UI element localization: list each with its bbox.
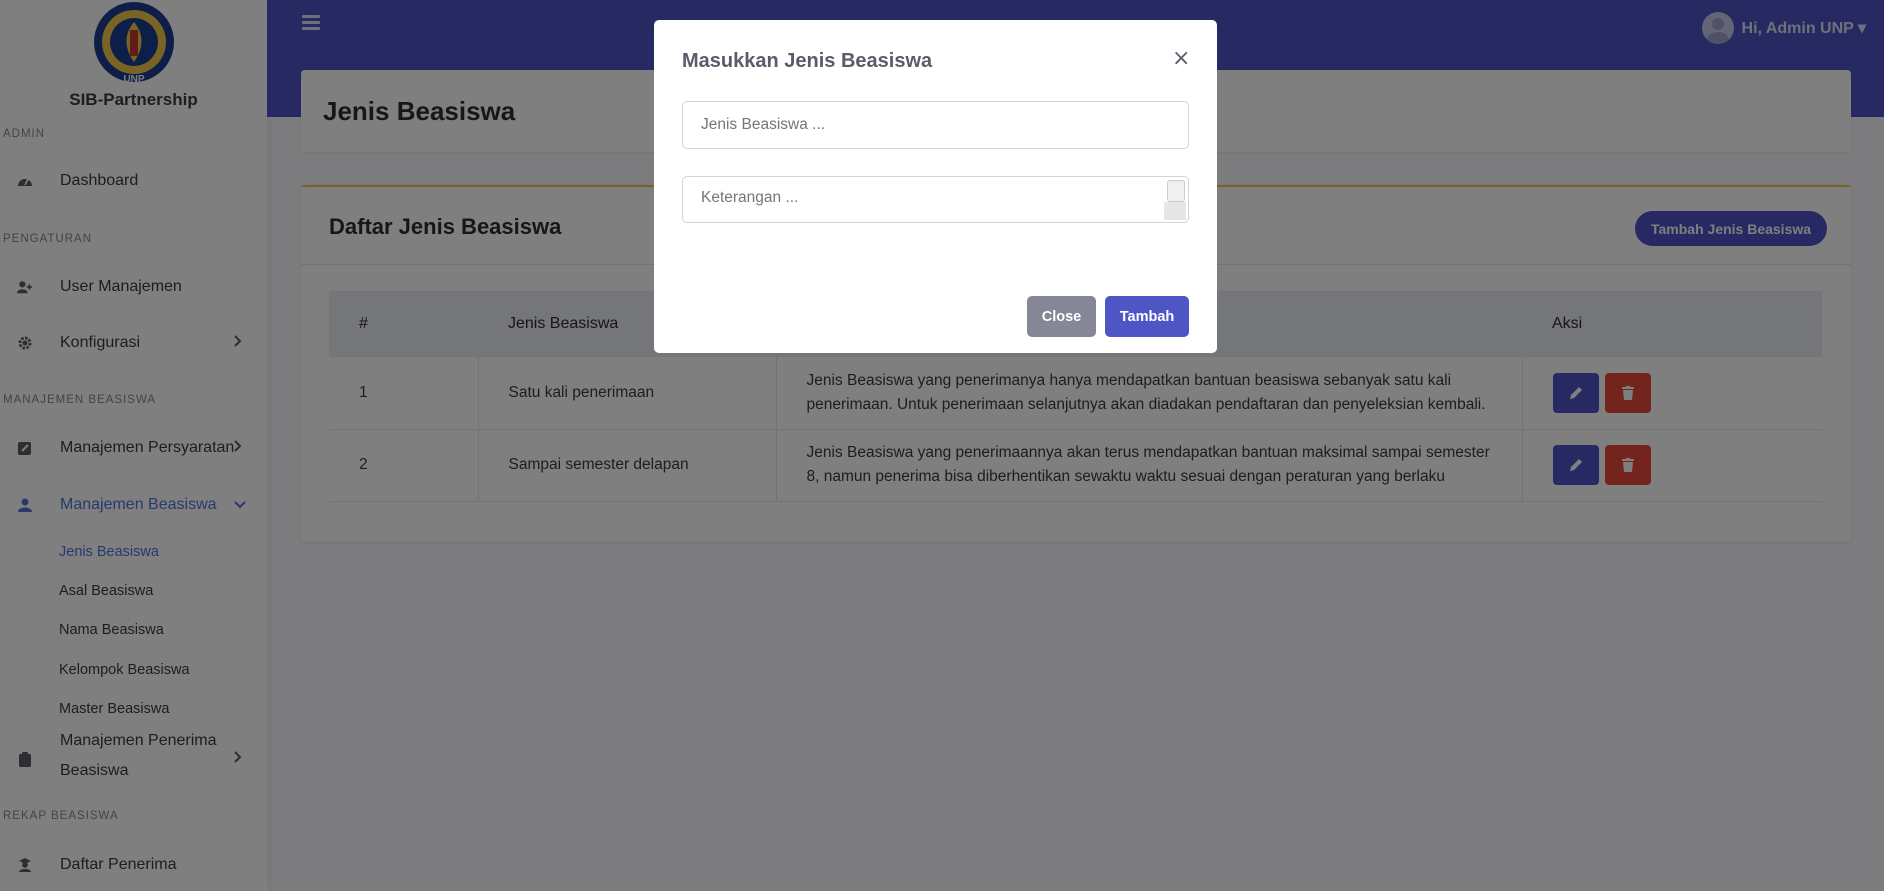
- close-button[interactable]: Close: [1027, 296, 1096, 337]
- jenis-beasiswa-input[interactable]: [682, 101, 1189, 149]
- add-jenis-beasiswa-modal: Masukkan Jenis Beasiswa × Close Tambah: [654, 20, 1217, 353]
- keterangan-textarea[interactable]: [682, 176, 1189, 223]
- textarea-resize-handle[interactable]: [1164, 202, 1186, 220]
- close-icon[interactable]: ×: [1172, 48, 1190, 70]
- tambah-button[interactable]: Tambah: [1105, 296, 1189, 337]
- textarea-spinner-icon[interactable]: [1167, 180, 1185, 202]
- modal-title: Masukkan Jenis Beasiswa: [682, 50, 933, 72]
